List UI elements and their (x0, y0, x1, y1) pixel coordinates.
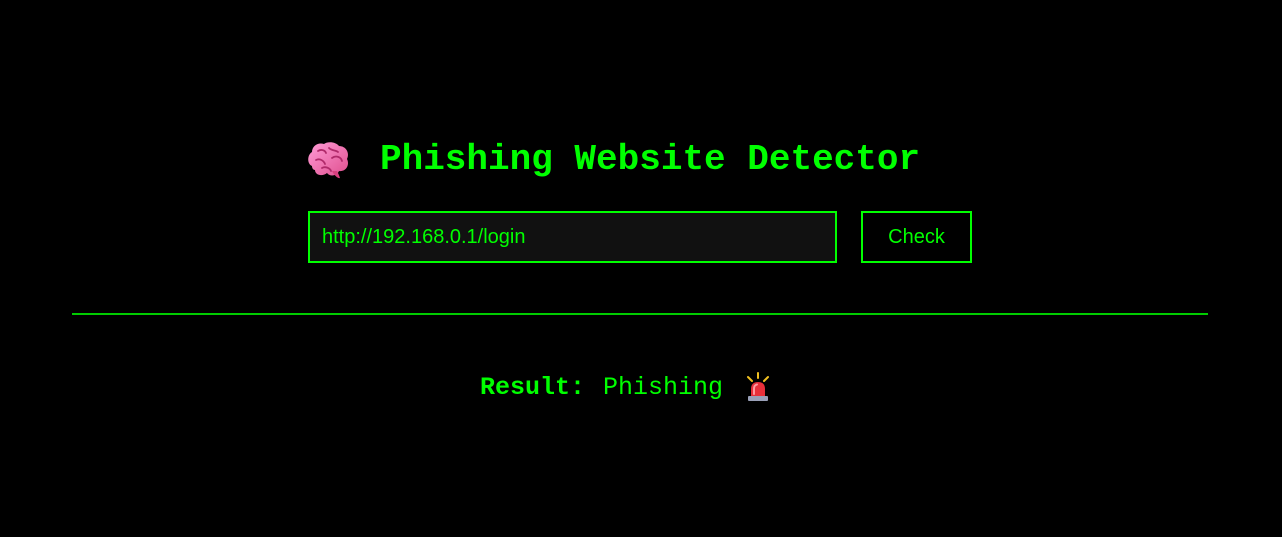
header: Phishing Website Detector (306, 138, 920, 182)
page-title: Phishing Website Detector (380, 139, 921, 180)
result-label: Result: (480, 372, 586, 402)
result: Result: Phishing (480, 370, 771, 404)
url-input[interactable] (308, 211, 837, 263)
police-siren-icon (747, 372, 770, 401)
page: Phishing Website Detector Check Result: … (0, 0, 1282, 537)
result-value: Phishing (603, 372, 724, 402)
check-button[interactable]: Check (861, 211, 972, 263)
brain-icon (308, 142, 349, 179)
divider (72, 313, 1208, 315)
